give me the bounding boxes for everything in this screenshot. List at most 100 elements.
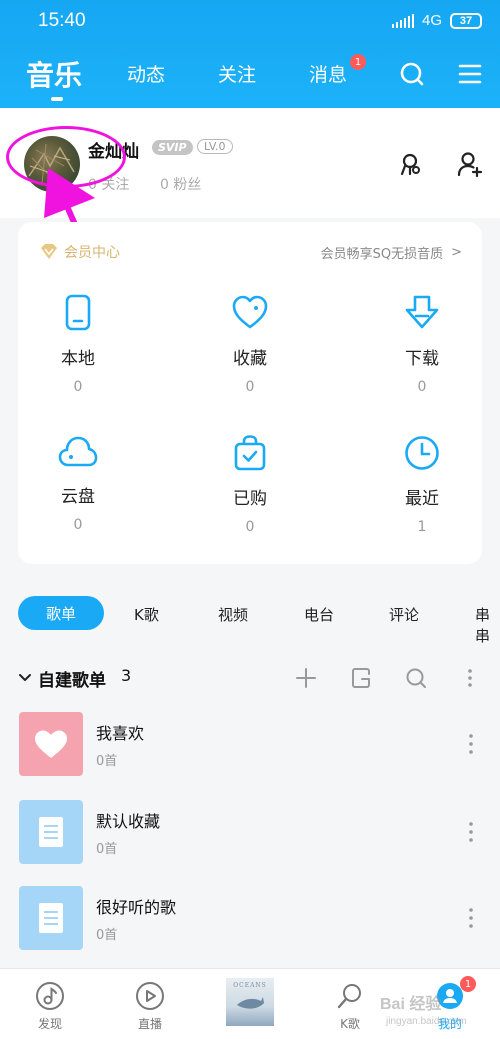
header-tabs: 音乐 动态 关注 消息 1 [0,52,500,102]
active-tab-indicator [51,97,63,101]
tab-music[interactable]: 音乐 [26,54,82,94]
playlist-name: 我喜欢 [96,724,145,743]
nav-label: 直播 [137,1017,162,1031]
add-friend-icon[interactable] [456,150,484,178]
messages-badge: 1 [350,54,366,70]
playlist-section-header: 自建歌单 3 [18,664,482,694]
cloud-icon [58,436,98,467]
library-cloud[interactable]: 云盘 0 [28,434,128,533]
heart-icon [232,295,268,329]
vip-center-link[interactable]: 会员中心 [40,242,120,262]
battery-icon: 37 [450,12,482,29]
clock-icon [405,436,439,470]
nav-live[interactable]: 直播 [120,981,180,1032]
bag-icon [234,435,266,471]
search-icon[interactable] [398,60,426,88]
list-item[interactable]: 我喜欢 0首 [18,712,482,778]
now-playing-album[interactable]: OCEANS [226,978,274,1026]
tab-comments[interactable]: 评论 [389,604,419,625]
library-downloads[interactable]: 下载 0 [372,294,472,395]
vip-diamond-icon [41,244,57,259]
document-icon [39,903,63,933]
watermark: Bai 经验 [380,996,442,1013]
section-count: 3 [121,666,132,685]
tab-video[interactable]: 视频 [218,604,248,625]
nav-label: 发现 [37,1017,62,1031]
library-label: 云盘 [61,487,95,507]
microphone-icon [337,984,361,1009]
playlist-cover [19,886,83,950]
playlist-cover [19,800,83,864]
watermark-url: jingyan.baidu.com [386,1016,467,1027]
album-title: OCEANS [233,982,267,989]
nav-discover[interactable]: 发现 [20,981,80,1032]
library-card: 会员中心 会员畅享SQ无损音质 > 本地 0 收藏 0 下载 0 云盘 0 已购… [18,222,482,564]
more-icon[interactable] [468,732,474,756]
nav-label: K歌 [340,1017,360,1031]
nav-badge: 1 [460,976,476,992]
list-item[interactable]: 很好听的歌 0首 [18,886,482,952]
signal-icon [391,13,414,28]
tab-radio[interactable]: 电台 [304,604,334,625]
library-label: 最近 [405,489,439,509]
fans-count[interactable]: 0 粉丝 [160,174,201,194]
more-icon[interactable] [468,820,474,844]
status-time: 15:40 [38,10,86,31]
library-local[interactable]: 本地 0 [28,294,128,395]
import-icon[interactable] [349,666,373,690]
top-bar: 15:40 4G 37 音乐 动态 关注 消息 1 [0,0,500,108]
status-bar: 15:40 4G 37 [0,0,500,44]
menu-icon[interactable] [456,60,484,88]
network-label: 4G [421,12,442,29]
more-icon[interactable] [458,666,482,690]
tab-karaoke[interactable]: K歌 [134,604,159,625]
library-count: 0 [73,379,83,395]
tab-feed[interactable]: 动态 [127,60,165,87]
playlist-name: 很好听的歌 [96,898,177,917]
vip-promo-link[interactable]: 会员畅享SQ无损音质 > [321,243,462,262]
library-count: 0 [73,517,83,533]
music-note-icon [36,982,64,1010]
list-item[interactable]: 默认收藏 0首 [18,800,482,866]
more-icon[interactable] [468,906,474,930]
library-label: 本地 [61,349,95,369]
chevron-down-icon[interactable] [18,672,32,684]
search-icon[interactable] [404,666,428,690]
tab-messages[interactable]: 消息 [309,60,347,87]
tab-chuanchuan[interactable]: 串串 [475,604,500,646]
library-count: 1 [417,519,427,535]
library-purchased[interactable]: 已购 0 [200,434,300,535]
heart-icon [35,730,67,758]
category-tabs: 歌单 K歌 视频 电台 评论 串串 [0,596,500,645]
annotation-circle [6,126,126,188]
level-badge[interactable]: LV.0 [197,139,233,154]
download-icon [405,295,439,329]
playlist-song-count: 0首 [96,928,118,943]
status-right: 4G 37 [391,12,482,29]
tab-playlists[interactable]: 歌单 [18,596,104,630]
library-label: 下载 [405,349,439,369]
svip-badge[interactable]: SVIP [152,140,193,155]
library-count: 0 [245,519,255,535]
library-count: 0 [245,379,255,395]
playlist-name: 默认收藏 [96,812,161,831]
vip-center-label: 会员中心 [64,245,120,261]
playlist-song-count: 0首 [96,842,118,857]
playlist-cover [19,712,83,776]
vip-promo-text: 会员畅享SQ无损音质 [320,247,444,262]
chevron-right-icon: > [451,245,462,260]
library-favorites[interactable]: 收藏 0 [200,294,300,395]
microphone-sign-icon[interactable] [396,150,424,178]
play-circle-icon [136,982,164,1010]
tab-follow[interactable]: 关注 [218,60,256,87]
tab-label: 歌单 [45,604,76,623]
library-recent[interactable]: 最近 1 [372,434,472,535]
document-icon [39,817,63,847]
battery-level: 37 [459,14,473,27]
section-title[interactable]: 自建歌单 [38,666,106,691]
add-icon[interactable] [294,666,318,690]
library-count: 0 [417,379,427,395]
library-label: 已购 [233,489,267,509]
phone-icon [65,294,91,331]
nav-karaoke[interactable]: K歌 [320,981,380,1032]
